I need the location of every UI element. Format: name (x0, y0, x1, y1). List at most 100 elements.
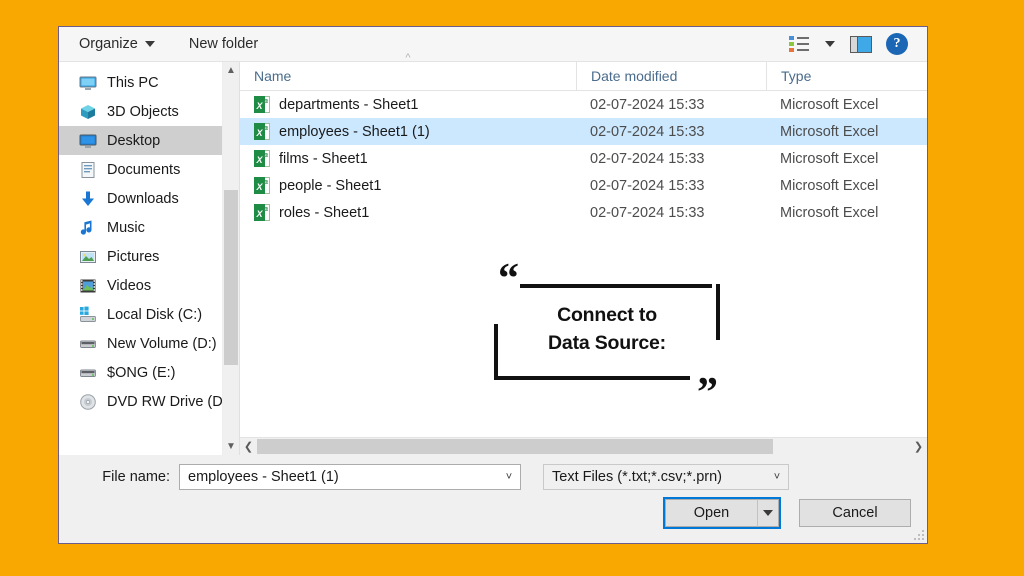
dialog-body: This PC 3D Objects Desktop Documents Downloa… (59, 53, 927, 455)
nav-item-music[interactable]: Music (59, 213, 239, 242)
table-row[interactable]: Xa roles - Sheet1 02-07-2024 15:33 Microsof… (240, 199, 927, 226)
organize-label: Organize (79, 36, 138, 52)
date-modified-cell: 02-07-2024 15:33 (590, 150, 705, 167)
file-name-cell: Xa departments - Sheet1 (240, 96, 576, 113)
open-file-dialog: Organize New folder ? This PC 3D Objects… (58, 26, 928, 544)
table-row[interactable]: Xa people - Sheet1 02-07-2024 15:33 Microso… (240, 172, 927, 199)
nav-item-this-pc[interactable]: This PC (59, 68, 239, 97)
chevron-down-icon[interactable]: ˅ (766, 471, 788, 483)
desktop-icon (79, 132, 97, 150)
chevron-down-icon (825, 41, 835, 47)
file-type-cell: Microsoft Excel (780, 204, 879, 221)
nav-item-label: Videos (107, 277, 152, 294)
date-modified-cell: 02-07-2024 15:33 (590, 204, 705, 221)
nav-item-label: DVD RW Drive (D (107, 393, 223, 410)
file-name-text: roles - Sheet1 (279, 204, 370, 221)
monitor-icon (79, 74, 97, 92)
column-header-type-label: Type (781, 68, 812, 84)
nav-item-label: Desktop (107, 132, 161, 149)
column-header-type[interactable]: Type (766, 62, 927, 90)
new-folder-label: New folder (188, 36, 259, 52)
navigation-list: This PC 3D Objects Desktop Documents Downloa… (59, 68, 239, 416)
table-row[interactable]: Xa films - Sheet1 02-07-2024 15:33 Microsof… (240, 145, 927, 172)
drive-icon (79, 335, 97, 353)
file-list-horizontal-scrollbar[interactable]: ❮ ❯ (240, 437, 927, 455)
excel-file-icon: Xa (254, 96, 270, 113)
caret-down-icon (763, 510, 773, 516)
nav-item-dvd-rw-drive-d[interactable]: DVD RW Drive (D (59, 387, 239, 416)
file-name-text: films - Sheet1 (279, 150, 368, 167)
file-name-cell: Xa films - Sheet1 (240, 150, 576, 167)
view-options-caret-button[interactable] (817, 29, 843, 59)
file-name-value: employees - Sheet1 (1) (188, 469, 339, 485)
optical-disc-icon (79, 393, 97, 411)
open-button[interactable]: Open (665, 499, 757, 527)
nav-item-new-volume-d[interactable]: New Volume (D:) (59, 329, 239, 358)
cancel-label: Cancel (832, 505, 878, 521)
file-name-text: departments - Sheet1 (279, 96, 419, 113)
file-type-cell: Microsoft Excel (780, 150, 879, 167)
chevron-up-icon[interactable]: ▲ (223, 62, 239, 79)
file-list-pane: ^ Name Date modified Type Xa departments … (240, 53, 927, 455)
file-name-input[interactable]: employees - Sheet1 (1) ˅ (179, 464, 521, 490)
chevron-left-icon[interactable]: ❮ (240, 438, 257, 455)
column-header-name[interactable]: ^ Name (240, 53, 576, 90)
file-name-row: File name: employees - Sheet1 (1) ˅ Text… (75, 464, 911, 490)
nav-item-ong-e[interactable]: $ONG (E:) (59, 358, 239, 387)
file-name-cell: Xa roles - Sheet1 (240, 204, 576, 221)
resize-grip-icon[interactable] (912, 528, 924, 540)
open-label: Open (693, 505, 730, 521)
document-icon (79, 161, 97, 179)
file-rows-container: Xa departments - Sheet1 02-07-2024 15:33 Mi… (240, 91, 927, 437)
toolbar-right-group: ? (781, 27, 915, 61)
nav-item-videos[interactable]: Videos (59, 271, 239, 300)
chevron-down-icon[interactable]: ▼ (223, 438, 239, 455)
nav-item-label: 3D Objects (107, 103, 179, 120)
music-note-icon (79, 219, 97, 237)
organize-button[interactable]: Organize (73, 33, 161, 55)
column-header-date-modified[interactable]: Date modified (576, 62, 766, 90)
view-options-button[interactable] (781, 29, 817, 59)
new-folder-button[interactable]: New folder (183, 33, 264, 55)
open-dropdown-button[interactable] (757, 499, 779, 527)
file-type-cell: Microsoft Excel (780, 177, 879, 194)
file-name-text: employees - Sheet1 (1) (279, 123, 430, 140)
cancel-button[interactable]: Cancel (799, 499, 911, 527)
chevron-down-icon[interactable]: ˅ (498, 471, 520, 483)
file-name-label: File name: (102, 469, 170, 485)
file-type-filter-select[interactable]: Text Files (*.txt;*.csv;*.prn) ˅ (543, 464, 789, 490)
nav-item-pictures[interactable]: Pictures (59, 242, 239, 271)
nav-item-label: Documents (107, 161, 181, 178)
horizontal-scroll-track[interactable] (257, 438, 910, 455)
table-row[interactable]: Xa departments - Sheet1 02-07-2024 15:33 Mi… (240, 91, 927, 118)
date-modified-cell: 02-07-2024 15:33 (590, 96, 705, 113)
windows-drive-icon (79, 306, 97, 324)
nav-item-label: New Volume (D:) (107, 335, 217, 352)
date-modified-cell: 02-07-2024 15:33 (590, 177, 705, 194)
list-view-icon (788, 35, 810, 53)
open-split-button[interactable]: Open (663, 497, 781, 529)
column-header-row: ^ Name Date modified Type (240, 53, 927, 91)
horizontal-scrollbar-thumb[interactable] (257, 439, 773, 454)
file-name-cell: Xa employees - Sheet1 (1) (240, 123, 576, 140)
excel-file-icon: Xa (254, 177, 270, 194)
drive-icon (79, 364, 97, 382)
footer-button-row: Open Cancel (663, 497, 911, 529)
excel-file-icon: Xa (254, 204, 270, 221)
nav-item-label: $ONG (E:) (107, 364, 176, 381)
nav-item-documents[interactable]: Documents (59, 155, 239, 184)
file-type-cell: Microsoft Excel (780, 96, 879, 113)
navigation-scrollbar[interactable]: ▲ ▼ (222, 62, 239, 455)
dialog-toolbar: Organize New folder ? (59, 27, 927, 62)
nav-item-downloads[interactable]: Downloads (59, 184, 239, 213)
table-row[interactable]: Xa employees - Sheet1 (1) 02-07-2024 15:33… (240, 118, 927, 145)
chevron-down-icon (144, 41, 155, 47)
navigation-scrollbar-thumb[interactable] (224, 190, 238, 365)
nav-item-3d-objects[interactable]: 3D Objects (59, 97, 239, 126)
chevron-right-icon[interactable]: ❯ (910, 438, 927, 455)
nav-item-local-disk-c[interactable]: Local Disk (C:) (59, 300, 239, 329)
preview-pane-button[interactable] (843, 29, 879, 59)
help-button[interactable]: ? (879, 29, 915, 59)
nav-item-desktop[interactable]: Desktop (59, 126, 239, 155)
help-icon: ? (886, 33, 908, 55)
